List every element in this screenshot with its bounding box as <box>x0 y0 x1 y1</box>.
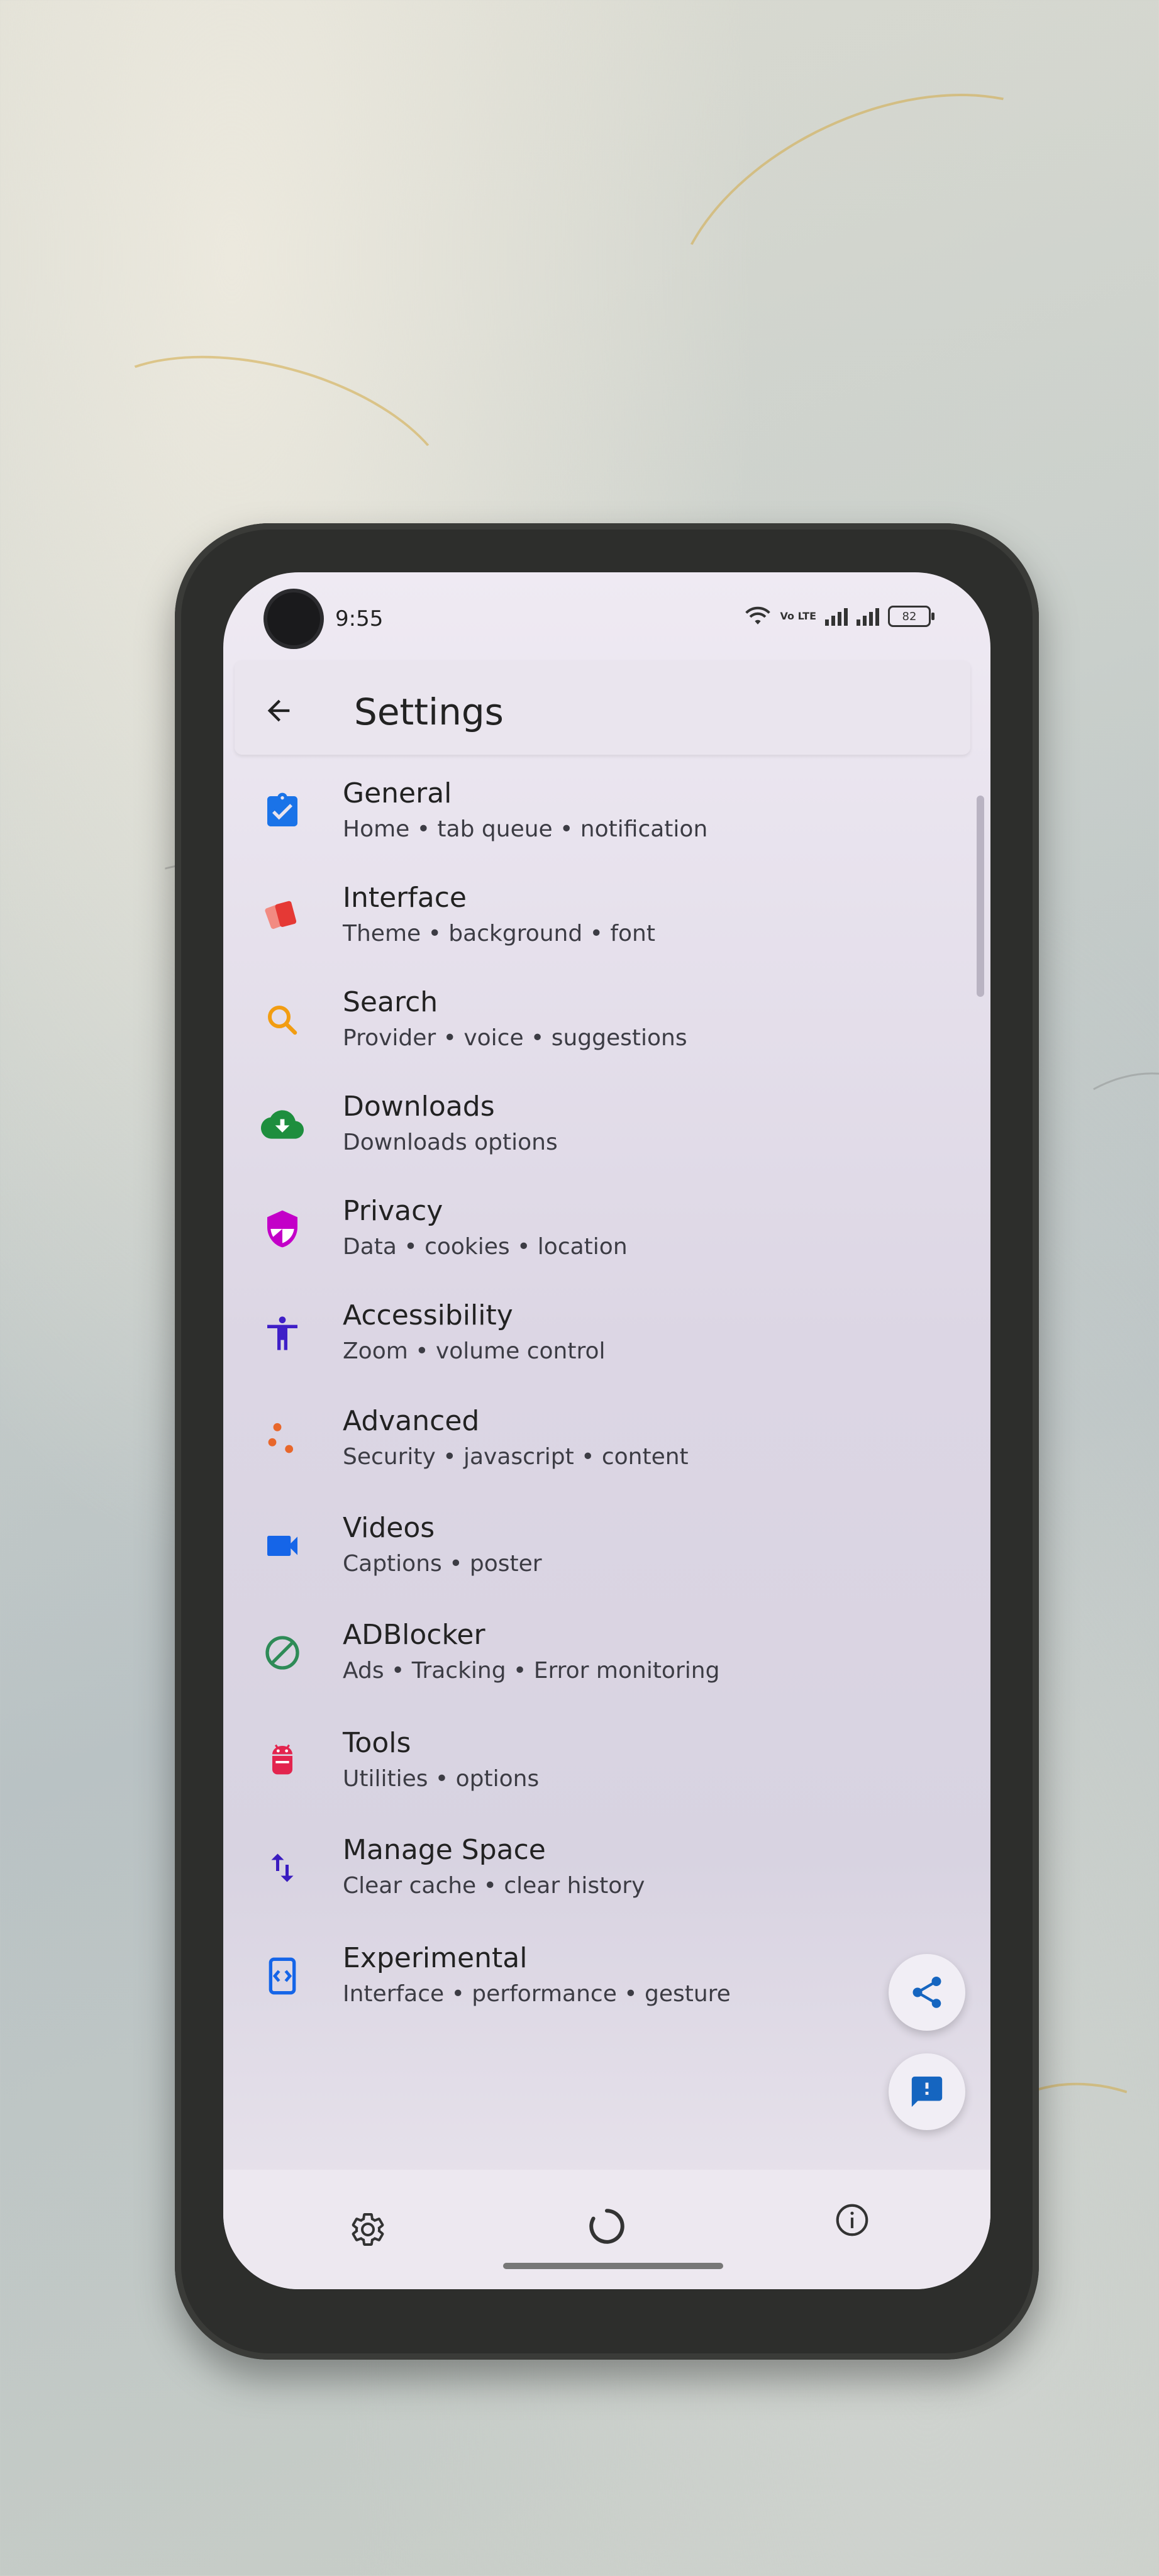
settings-item-subtitle: Provider • voice • suggestions <box>343 1025 687 1051</box>
dots-icon <box>260 1416 305 1462</box>
settings-item-label: Search <box>343 986 438 1018</box>
info-icon <box>836 2204 868 2236</box>
cloud-download-icon <box>260 1102 305 1147</box>
status-time: 9:55 <box>335 606 384 631</box>
settings-item-experimental[interactable]: Experimental Interface • performance • g… <box>223 1926 990 2030</box>
loading-indicator <box>579 2198 635 2255</box>
settings-item-subtitle: Downloads options <box>343 1130 558 1155</box>
settings-item-label: Manage Space <box>343 1834 546 1866</box>
settings-item-tools[interactable]: Tools Utilities • options <box>223 1711 990 1815</box>
settings-item-label: Downloads <box>343 1091 495 1123</box>
settings-item-subtitle: Theme • background • font <box>343 921 655 947</box>
back-button[interactable] <box>253 686 304 736</box>
gear-icon <box>352 2213 384 2246</box>
battery-icon: 82 <box>888 606 934 627</box>
feedback-icon <box>911 2076 943 2107</box>
settings-item-accessibility[interactable]: Accessibility Zoom • volume control <box>223 1283 990 1387</box>
settings-item-subtitle: Zoom • volume control <box>343 1338 606 1364</box>
settings-item-subtitle: Ads • Tracking • Error monitoring <box>343 1658 720 1684</box>
feedback-button[interactable] <box>889 2053 965 2130</box>
block-icon <box>260 1630 305 1675</box>
settings-item-label: Advanced <box>343 1405 480 1437</box>
status-icons: Vo LTE 82 <box>744 604 934 629</box>
settings-item-general[interactable]: General Home • tab queue • notification <box>223 761 990 865</box>
settings-item-label: Accessibility <box>343 1299 513 1331</box>
settings-item-subtitle: Utilities • options <box>343 1766 540 1792</box>
settings-item-label: Videos <box>343 1512 435 1544</box>
settings-item-label: Experimental <box>343 1942 528 1974</box>
share-button[interactable] <box>889 1954 965 2031</box>
settings-item-interface[interactable]: Interface Theme • background • font <box>223 865 990 970</box>
settings-item-subtitle: Clear cache • clear history <box>343 1873 645 1899</box>
settings-item-label: Privacy <box>343 1195 443 1227</box>
phone-screen: 9:55 Vo LTE 82 Settings General Home • t… <box>223 572 990 2289</box>
accessibility-icon <box>260 1311 305 1356</box>
wifi-icon <box>745 606 770 625</box>
videocam-icon <box>260 1523 305 1568</box>
loading-spinner-icon <box>589 2209 624 2244</box>
volte-indicator: Vo LTE <box>780 610 816 622</box>
settings-item-subtitle: Captions • poster <box>343 1551 542 1577</box>
settings-item-downloads[interactable]: Downloads Downloads options <box>223 1074 990 1179</box>
gesture-bar[interactable] <box>503 2263 723 2269</box>
shield-icon <box>260 1206 305 1252</box>
settings-item-adblocker[interactable]: ADBlocker Ads • Tracking • Error monitor… <box>223 1602 990 1707</box>
settings-item-search[interactable]: Search Provider • voice • suggestions <box>223 970 990 1074</box>
settings-item-advanced[interactable]: Advanced Security • javascript • content <box>223 1389 990 1493</box>
settings-item-subtitle: Security • javascript • content <box>343 1444 689 1470</box>
bottom-navigation <box>223 2170 990 2289</box>
search-icon <box>260 997 305 1043</box>
settings-item-manage-space[interactable]: Manage Space Clear cache • clear history <box>223 1818 990 1922</box>
marble-vein <box>624 31 1142 464</box>
page-title: Settings <box>354 691 504 733</box>
settings-nav-button[interactable] <box>340 2201 396 2258</box>
settings-item-privacy[interactable]: Privacy Data • cookies • location <box>223 1179 990 1283</box>
signal-icon <box>825 607 848 626</box>
android-icon <box>260 1738 305 1784</box>
share-icon <box>912 1977 941 2008</box>
settings-item-subtitle: Data • cookies • location <box>343 1234 628 1260</box>
settings-item-label: General <box>343 777 452 809</box>
settings-item-label: ADBlocker <box>343 1619 485 1651</box>
info-button[interactable] <box>824 2192 880 2248</box>
top-app-bar: Settings <box>235 660 970 755</box>
settings-item-videos[interactable]: Videos Captions • poster <box>223 1496 990 1600</box>
code-phone-icon <box>260 1953 305 1999</box>
settings-item-label: Tools <box>343 1727 411 1759</box>
signal-icon <box>857 607 879 626</box>
swap-vert-icon <box>260 1845 305 1890</box>
status-bar: 9:55 Vo LTE 82 <box>223 572 990 645</box>
settings-item-subtitle: Home • tab queue • notification <box>343 816 708 842</box>
settings-item-subtitle: Interface • performance • gesture <box>343 1981 731 2007</box>
palette-cards-icon <box>260 893 305 938</box>
clipboard-check-icon <box>260 789 305 834</box>
front-camera <box>267 592 320 645</box>
arrow-back-icon <box>267 699 290 722</box>
settings-item-label: Interface <box>343 882 467 914</box>
